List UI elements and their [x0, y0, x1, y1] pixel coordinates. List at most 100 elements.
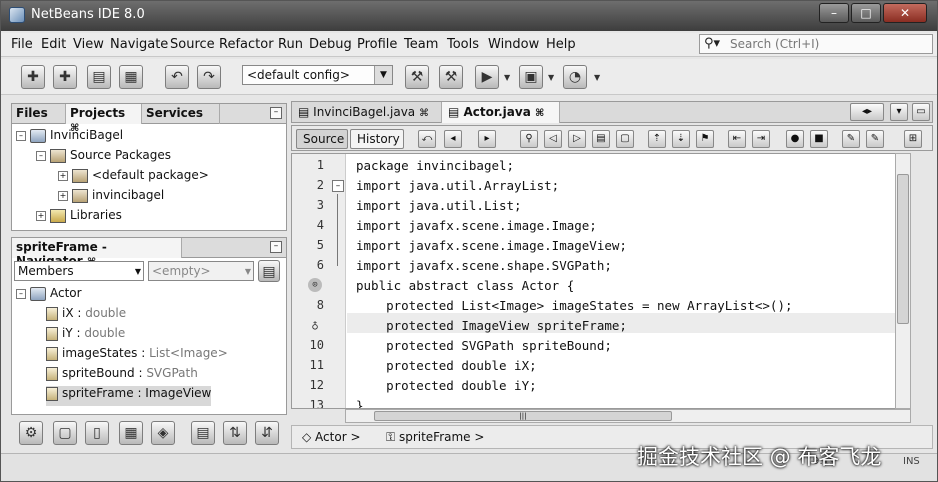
- shift-right-icon[interactable]: ⇥: [752, 130, 770, 148]
- expand-icon[interactable]: +: [58, 190, 68, 201]
- maximize-editor-icon[interactable]: ▭: [912, 103, 930, 121]
- menu-tools[interactable]: Tools: [447, 37, 479, 52]
- menu-help[interactable]: Help: [546, 37, 576, 52]
- tree-item-invincibagel-package[interactable]: + invincibagel: [58, 188, 164, 208]
- close-button[interactable]: ✕: [883, 3, 927, 23]
- sort-by-source-icon[interactable]: ⇵: [255, 421, 279, 445]
- debug-icon[interactable]: ▣: [519, 65, 543, 89]
- previous-bookmark-icon[interactable]: ⇡: [648, 130, 666, 148]
- redo-icon[interactable]: ↷: [197, 65, 221, 89]
- last-edit-icon[interactable]: ⤺: [418, 130, 436, 148]
- members-filter-dropdown[interactable]: Members ▼: [14, 261, 144, 281]
- scroll-tabs-icon[interactable]: ◂▸: [850, 103, 884, 121]
- debug-dropdown-icon[interactable]: ▼: [548, 73, 554, 82]
- split-editor-icon[interactable]: ⊞: [904, 130, 922, 148]
- menu-profile[interactable]: Profile: [357, 37, 397, 52]
- navigator-member[interactable]: iY : double: [46, 326, 125, 346]
- navigator-root[interactable]: – Actor: [16, 286, 82, 306]
- collapse-icon[interactable]: –: [16, 130, 26, 141]
- tab-files[interactable]: Files: [12, 104, 66, 124]
- find-next-icon[interactable]: ▷: [568, 130, 586, 148]
- editor-vertical-scrollbar[interactable]: [895, 153, 911, 409]
- open-project-icon[interactable]: ▤: [87, 65, 111, 89]
- show-nonpublic-icon[interactable]: ◈: [151, 421, 175, 445]
- toggle-rect-selection-icon[interactable]: ▢: [616, 130, 634, 148]
- profile-dropdown-icon[interactable]: ▼: [594, 73, 600, 82]
- menu-navigate[interactable]: Navigate: [110, 37, 168, 52]
- expand-icon[interactable]: +: [58, 170, 68, 181]
- close-tab-icon[interactable]: ⌘: [419, 108, 429, 119]
- navigator-member-selected[interactable]: spriteFrame : ImageView: [46, 386, 212, 406]
- menu-file[interactable]: File: [11, 37, 33, 52]
- show-inherited-icon[interactable]: ▦: [119, 421, 143, 445]
- override-annotation-icon[interactable]: ⊙: [308, 278, 322, 292]
- config-dropdown[interactable]: <default config> ▼: [242, 65, 393, 85]
- scrollbar-thumb[interactable]: [897, 174, 909, 324]
- tree-item-source-packages[interactable]: – Source Packages: [36, 148, 171, 168]
- next-bookmark-icon[interactable]: ⇣: [672, 130, 690, 148]
- comment-icon[interactable]: ✎: [842, 130, 860, 148]
- scrollbar-thumb[interactable]: |||: [374, 411, 672, 421]
- menu-edit[interactable]: Edit: [41, 37, 66, 52]
- build-icon[interactable]: ⚒: [405, 65, 429, 89]
- tab-services[interactable]: Services: [142, 104, 220, 124]
- uncomment-icon[interactable]: ✎: [866, 130, 884, 148]
- tree-item-default-package[interactable]: + <default package>: [58, 168, 209, 188]
- toggle-bookmark-icon[interactable]: ⚑: [696, 130, 714, 148]
- find-previous-icon[interactable]: ◁: [544, 130, 562, 148]
- navigator-options-icon[interactable]: ▤: [258, 260, 280, 282]
- clean-build-icon[interactable]: ⚒: [439, 65, 463, 89]
- start-macro-icon[interactable]: ●: [786, 130, 804, 148]
- empty-filter-dropdown[interactable]: <empty> ▼: [148, 261, 254, 281]
- stop-macro-icon[interactable]: ■: [810, 130, 828, 148]
- minimize-panel-icon[interactable]: –: [270, 241, 282, 253]
- search-box[interactable]: ⚲▾ Search (Ctrl+I): [699, 34, 933, 54]
- breadcrumb-field[interactable]: ⚿ spriteFrame >: [386, 430, 484, 445]
- fold-collapse-icon[interactable]: –: [332, 180, 344, 192]
- menu-view[interactable]: View: [73, 37, 104, 52]
- editor-horizontal-scrollbar[interactable]: |||: [345, 409, 911, 423]
- minimize-button[interactable]: –: [819, 3, 849, 23]
- new-file-icon[interactable]: ✚: [21, 65, 45, 89]
- minimize-panel-icon[interactable]: –: [270, 107, 282, 119]
- shift-left-icon[interactable]: ⇤: [728, 130, 746, 148]
- tab-invincibagel-java[interactable]: ▤ InvinciBagel.java ⌘: [292, 102, 442, 123]
- filter-icon[interactable]: ⚙: [19, 421, 43, 445]
- show-fields-icon[interactable]: ▢: [53, 421, 77, 445]
- menu-refactor[interactable]: Refactor: [219, 37, 274, 52]
- tab-actor-java[interactable]: ▤ Actor.java ⌘: [442, 102, 560, 123]
- back-icon[interactable]: ◂: [444, 130, 462, 148]
- navigator-member[interactable]: imageStates : List<Image>: [46, 346, 228, 366]
- menu-debug[interactable]: Debug: [309, 37, 352, 52]
- profile-icon[interactable]: ◔: [563, 65, 587, 89]
- history-view-button[interactable]: History: [350, 129, 404, 149]
- breadcrumb-class[interactable]: ◇ Actor >: [302, 430, 361, 444]
- close-tab-icon[interactable]: ⌘: [535, 108, 544, 119]
- tab-projects[interactable]: Projects ⌘: [66, 104, 142, 134]
- menu-window[interactable]: Window: [488, 37, 539, 52]
- show-opened-documents-icon[interactable]: ▾: [890, 103, 908, 121]
- show-static-icon[interactable]: ▯: [85, 421, 109, 445]
- collapse-icon[interactable]: –: [16, 288, 26, 299]
- maximize-button[interactable]: □: [851, 3, 881, 23]
- expand-all-icon[interactable]: ▤: [191, 421, 215, 445]
- menu-team[interactable]: Team: [404, 37, 438, 52]
- code-editor[interactable]: 1 2 3 4 5 6 ⊙ 8 ♁ 10 11 12 13 – package …: [291, 153, 911, 409]
- undo-icon[interactable]: ↶: [165, 65, 189, 89]
- forward-icon[interactable]: ▸: [478, 130, 496, 148]
- new-project-icon[interactable]: ✚: [53, 65, 77, 89]
- run-dropdown-icon[interactable]: ▼: [504, 73, 510, 82]
- tab-navigator[interactable]: spriteFrame - Navigator ⌘: [12, 238, 182, 268]
- menu-run[interactable]: Run: [278, 37, 303, 52]
- navigator-member[interactable]: spriteBound : SVGPath: [46, 366, 198, 386]
- tree-item-libraries[interactable]: + Libraries: [36, 208, 122, 228]
- source-view-button[interactable]: Source: [296, 129, 348, 149]
- find-icon[interactable]: ⚲: [520, 130, 538, 148]
- navigator-member[interactable]: iX : double: [46, 306, 126, 326]
- hint-lightbulb-icon[interactable]: ♁: [308, 318, 322, 332]
- sort-by-name-icon[interactable]: ⇅: [223, 421, 247, 445]
- collapse-icon[interactable]: –: [36, 150, 46, 161]
- menu-source[interactable]: Source: [170, 37, 215, 52]
- run-icon[interactable]: ▶: [475, 65, 499, 89]
- toggle-highlight-icon[interactable]: ▤: [592, 130, 610, 148]
